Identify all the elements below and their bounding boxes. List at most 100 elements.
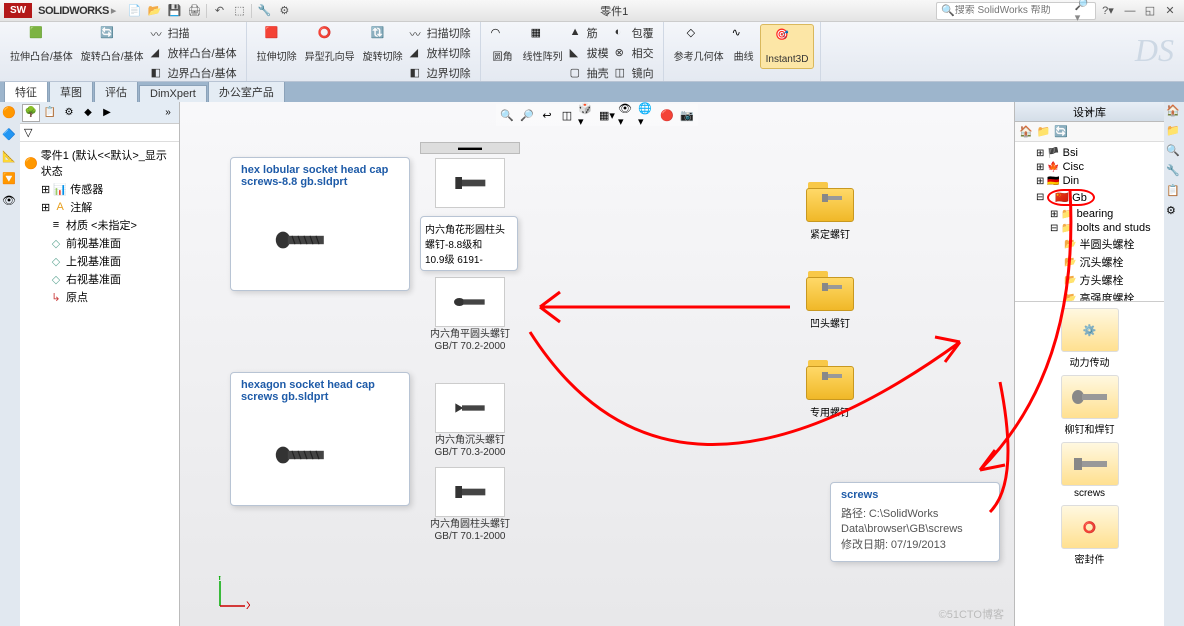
tab-feature[interactable]: 特征 — [4, 81, 48, 102]
tree-node-din[interactable]: ⊞ 🇩🇪 Din — [1019, 174, 1160, 188]
display-style-icon[interactable]: ▦▾ — [598, 106, 616, 124]
rib-button[interactable]: ▲筋 — [567, 24, 612, 42]
help-icon[interactable]: ?▾ — [1100, 3, 1116, 19]
help-search[interactable]: 🔍 🔎▾ — [936, 2, 1096, 20]
zoom-fit-icon[interactable]: 🔍 — [498, 106, 516, 124]
part-icon[interactable]: 🟠 — [2, 106, 18, 122]
tree-origin[interactable]: ↳原点 — [24, 288, 175, 306]
loft-cut-button[interactable]: ◢放样切除 — [407, 44, 474, 62]
extrude-boss-button[interactable]: 🟩拉伸凸台/基体 — [6, 24, 77, 82]
section-icon[interactable]: ◫ — [558, 106, 576, 124]
grid-item[interactable]: ⭕密封件 — [1021, 505, 1158, 566]
save-icon[interactable]: 💾 — [166, 3, 182, 19]
tree-node-cisc[interactable]: ⊞ 🍁 Cisc — [1019, 160, 1160, 174]
render-icon[interactable]: 📷 — [678, 106, 696, 124]
assembly-icon[interactable]: 🔷 — [2, 128, 18, 144]
tree-node-b3[interactable]: 📂 方头螺栓 — [1019, 271, 1160, 289]
loft-button[interactable]: ◢放样凸台/基体 — [148, 44, 240, 62]
feature-tree-tab[interactable]: 🌳 — [22, 104, 40, 122]
tree-top-plane[interactable]: ◇上视基准面 — [24, 252, 175, 270]
property-tab[interactable]: 📋 — [41, 104, 59, 122]
hole-wizard-button[interactable]: ⭕异型孔向导 — [301, 24, 359, 82]
open-icon[interactable]: 📂 — [146, 3, 162, 19]
linear-pattern-button[interactable]: ▦线性阵列 — [519, 24, 567, 82]
wrap-button[interactable]: ◐包覆 — [612, 24, 657, 42]
tree-filter[interactable]: ▽ — [20, 124, 179, 142]
rp-tab-4[interactable]: 🔧 — [1166, 164, 1182, 180]
rp-tab-5[interactable]: 📋 — [1166, 184, 1182, 200]
tree-node-bolts[interactable]: ⊟ 📁 bolts and studs — [1019, 221, 1160, 235]
rp-tab-1[interactable]: 🏠 — [1166, 104, 1182, 120]
undo-icon[interactable]: ↶ — [211, 3, 227, 19]
rebuild-icon[interactable]: 🔧 — [256, 3, 272, 19]
tab-sketch[interactable]: 草图 — [49, 81, 93, 102]
tree-annotations[interactable]: ⊞A注解 — [24, 198, 175, 216]
rp-tab-2[interactable]: 📁 — [1166, 124, 1182, 140]
close-icon[interactable]: ✕ — [1162, 4, 1178, 18]
grid-item[interactable]: 柳钉和焊钉 — [1021, 375, 1158, 436]
curves-button[interactable]: ∿曲线 — [728, 24, 760, 69]
folder-item[interactable]: 紧定螺钉 — [790, 182, 870, 241]
list-item[interactable]: 内六角沉头螺钉 GB/T 70.3-2000 — [420, 383, 520, 459]
mirror-button[interactable]: ◫镜向 — [612, 64, 657, 82]
grid-item[interactable]: ⚙️动力传动 — [1021, 308, 1158, 369]
fillet-button[interactable]: ◠圆角 — [487, 24, 519, 82]
intersect-button[interactable]: ⊗相交 — [612, 44, 657, 62]
revolve-cut-button[interactable]: 🔃旋转切除 — [359, 24, 407, 82]
tree-material[interactable]: ≡材质 <未指定> — [24, 216, 175, 234]
draft-button[interactable]: ◣拔模 — [567, 44, 612, 62]
shell-button[interactable]: ▢抽壳 — [567, 64, 612, 82]
expand-icon[interactable]: » — [159, 104, 177, 122]
prev-view-icon[interactable]: ↩ — [538, 106, 556, 124]
drawing-icon[interactable]: 📐 — [2, 150, 18, 166]
new-icon[interactable]: 📄 — [126, 3, 142, 19]
folder-item[interactable]: 专用螺钉 — [790, 360, 870, 419]
tab-evaluate[interactable]: 评估 — [94, 81, 138, 102]
folder-item[interactable]: 凹头螺钉 — [790, 271, 870, 330]
tree-node-b2[interactable]: 📂 沉头螺栓 — [1019, 253, 1160, 271]
tree-right-plane[interactable]: ◇右视基准面 — [24, 270, 175, 288]
list-item[interactable] — [420, 158, 520, 208]
zoom-area-icon[interactable]: 🔎 — [518, 106, 536, 124]
tree-node-bearing[interactable]: ⊞ 📁 bearing — [1019, 207, 1160, 221]
dimxpert-tab[interactable]: ◆ — [79, 104, 97, 122]
restore-icon[interactable]: ◱ — [1142, 4, 1158, 18]
minimize-icon[interactable]: — — [1122, 4, 1138, 18]
tree-front-plane[interactable]: ◇前视基准面 — [24, 234, 175, 252]
graphics-viewport[interactable]: 🔍 🔎 ↩ ◫ 🎲▾ ▦▾ 👁▾ 🌐▾ 🔴 📷 hex lobular sock… — [180, 102, 1014, 626]
select-icon[interactable]: ⬚ — [231, 3, 247, 19]
refresh-icon[interactable]: 🔄 — [1054, 125, 1068, 138]
hide-icon[interactable]: 👁 — [2, 194, 18, 210]
config-tab[interactable]: ⚙ — [60, 104, 78, 122]
boundary-cut-button[interactable]: ◧边界切除 — [407, 64, 474, 82]
extrude-cut-button[interactable]: 🟥拉伸切除 — [253, 24, 301, 82]
home-icon[interactable]: 🏠 — [1019, 125, 1033, 138]
options-icon[interactable]: ⚙ — [276, 3, 292, 19]
tree-node-b1[interactable]: 📂 半圆头螺栓 — [1019, 235, 1160, 253]
filter-icon[interactable]: 🔽 — [2, 172, 18, 188]
scene-icon[interactable]: 🌐▾ — [638, 106, 656, 124]
sweep-button[interactable]: 〰扫描 — [148, 24, 240, 42]
list-item[interactable]: 内六角平圆头螺钉 GB/T 70.2-2000 — [420, 277, 520, 353]
boundary-button[interactable]: ◧边界凸台/基体 — [148, 64, 240, 82]
tab-dimxpert[interactable]: DimXpert — [139, 85, 207, 102]
sweep-cut-button[interactable]: 〰扫描切除 — [407, 24, 474, 42]
tree-sensors[interactable]: ⊞📊传感器 — [24, 180, 175, 198]
display-tab[interactable]: ▶ — [98, 104, 116, 122]
instant3d-button[interactable]: 🎯Instant3D — [760, 24, 815, 69]
search-input[interactable] — [955, 5, 1075, 16]
collapse-icon[interactable]: « — [1086, 106, 1092, 118]
appearance-icon[interactable]: 🔴 — [658, 106, 676, 124]
rp-tab-6[interactable]: ⚙ — [1166, 204, 1182, 220]
revolve-boss-button[interactable]: 🔄旋转凸台/基体 — [77, 24, 148, 82]
tree-node-b4[interactable]: 📂 高强度螺栓 — [1019, 289, 1160, 302]
add-icon[interactable]: 📁 — [1037, 125, 1051, 138]
tree-root[interactable]: 🟠零件1 (默认<<默认>_显示状态 — [24, 146, 175, 180]
tab-office[interactable]: 办公室产品 — [208, 81, 285, 102]
hide-show-icon[interactable]: 👁▾ — [618, 106, 636, 124]
print-icon[interactable]: 🖨 — [186, 3, 202, 19]
tree-node-gb[interactable]: ⊟ 🇨🇳 Gb — [1019, 188, 1160, 207]
grid-item-screws[interactable]: screws — [1021, 442, 1158, 499]
ref-geometry-button[interactable]: ◇参考几何体 — [670, 24, 728, 69]
view-orient-icon[interactable]: 🎲▾ — [578, 106, 596, 124]
